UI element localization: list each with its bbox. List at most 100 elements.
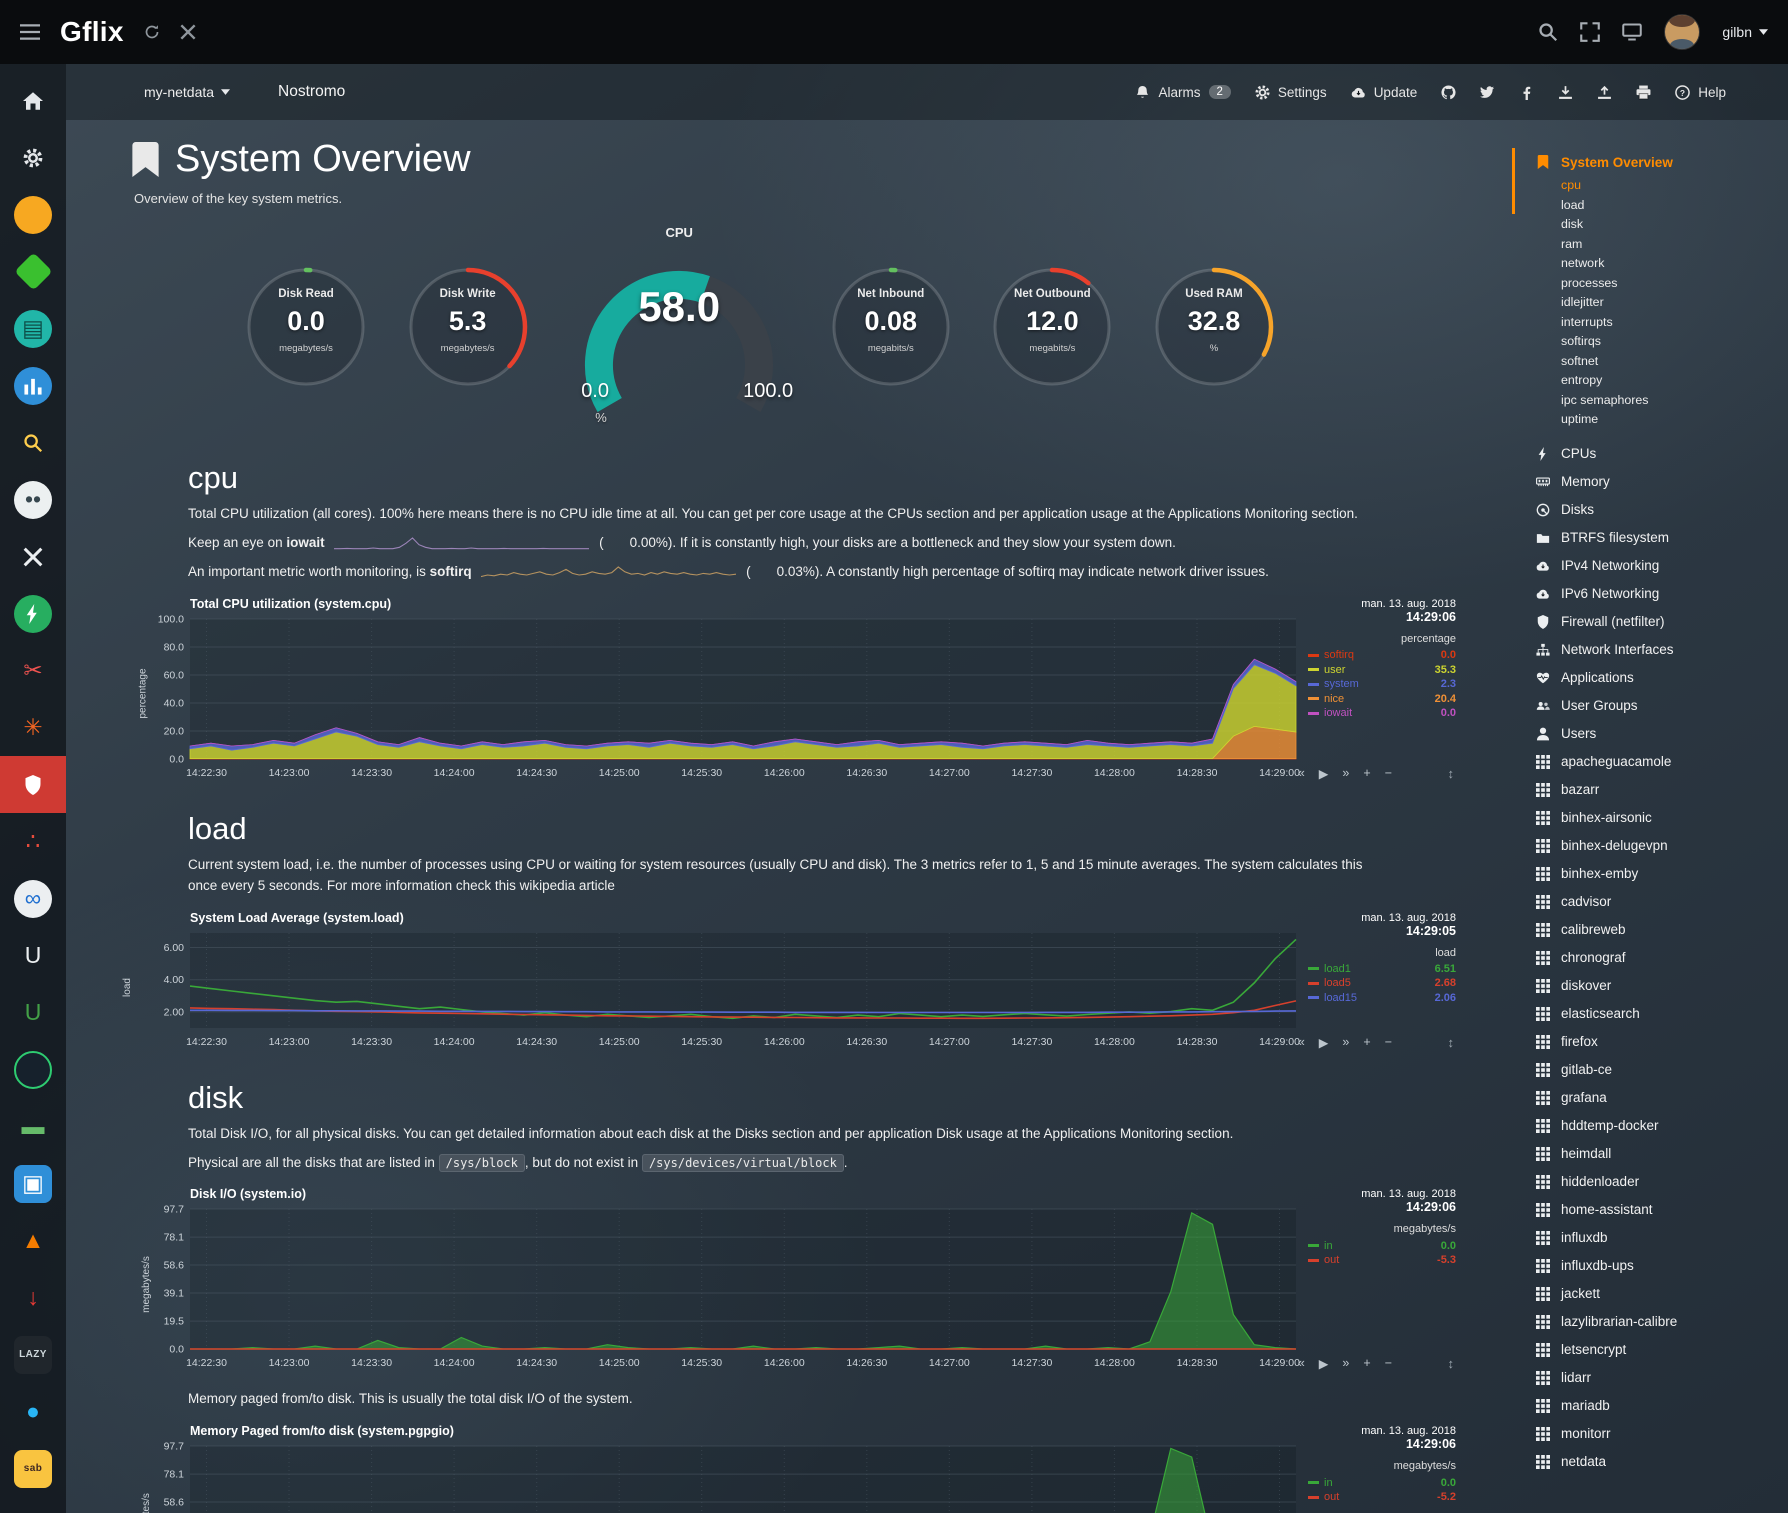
submenu-item-load[interactable]: load [1561,198,1774,218]
submenu-item-interrupts[interactable]: interrupts [1561,315,1774,335]
app-x-tab[interactable] [0,528,66,585]
app-green-bolt-tab[interactable] [0,585,66,642]
menu-item-ipv4-networking[interactable]: IPv4 Networking [1534,552,1774,580]
fullscreen-icon[interactable] [1580,22,1600,42]
app-white-dots-tab[interactable]: •• [0,471,66,528]
user-menu[interactable]: gilbn [1722,24,1768,40]
menu-item-chronograf[interactable]: chronograf [1534,944,1774,972]
organizr-tab[interactable] [0,186,66,243]
app-horseshoe-tab[interactable]: U [0,927,66,984]
cpu-chart-plot[interactable]: 100.080.060.040.020.00.014:22:3014:23:00… [140,613,1300,781]
disk-io-play-button[interactable]: ▶ [1319,1356,1329,1371]
cpu-zoom-in-button[interactable]: + [1363,766,1370,781]
app-photo-tab[interactable]: ▣ [0,1155,66,1212]
github-button[interactable] [1441,85,1456,100]
legend-item-iowait[interactable]: iowait0.0 [1308,706,1456,721]
pgpgio-chart-plot[interactable]: 97.778.158.639.119.50.014:22:3014:23:001… [140,1440,1300,1513]
app-blue-bars-tab[interactable] [0,357,66,414]
legend-item-out[interactable]: out-5.2 [1308,1490,1456,1505]
twitter-button[interactable] [1480,85,1495,100]
menu-item-applications[interactable]: Applications [1534,664,1774,692]
menu-item-memory[interactable]: Memory [1534,468,1774,496]
menu-item-network-interfaces[interactable]: Network Interfaces [1534,636,1774,664]
submenu-item-network[interactable]: network [1561,256,1774,276]
menu-item-cpus[interactable]: CPUs [1534,440,1774,468]
disk-io-chart-plot[interactable]: 97.778.158.639.119.50.014:22:3014:23:001… [140,1203,1300,1371]
submenu-item-uptime[interactable]: uptime [1561,412,1774,432]
menu-item-gitlab-ce[interactable]: gitlab-ce [1534,1056,1774,1084]
submenu-item-ipc-semaphores[interactable]: ipc semaphores [1561,393,1774,413]
app-green-ring-tab[interactable] [0,1041,66,1098]
app-green-diamond-tab[interactable] [0,243,66,300]
export-button[interactable] [1558,85,1573,100]
menu-item-apacheguacamole[interactable]: apacheguacamole [1534,748,1774,776]
disk-io-zoom-in-button[interactable]: + [1363,1356,1370,1371]
load-zoom-in-button[interactable]: + [1363,1035,1370,1050]
cpu-play-button[interactable]: ▶ [1319,766,1329,781]
app-infinity-tab[interactable]: ∞ [0,870,66,927]
menu-item-influxdb-ups[interactable]: influxdb-ups [1534,1252,1774,1280]
facebook-button[interactable] [1519,85,1534,100]
app-drop-tab[interactable]: ● [0,1383,66,1440]
search-app-tab[interactable] [0,414,66,471]
settings-tab[interactable] [0,129,66,186]
wikipedia-link[interactable]: this wikipedia article [495,878,615,893]
server-dropdown[interactable]: my-netdata [144,84,230,100]
lazylibrarian-tab[interactable]: LAZY [0,1326,66,1383]
legend-item-softirq[interactable]: softirq0.0 [1308,648,1456,663]
search-icon[interactable] [1538,22,1558,42]
menu-item-binhex-delugevpn[interactable]: binhex-delugevpn [1534,832,1774,860]
submenu-item-ram[interactable]: ram [1561,237,1774,257]
app-fox-tab[interactable]: ▲ [0,1212,66,1269]
alarms-button[interactable]: Alarms 2 [1135,85,1230,100]
settings-button[interactable]: Settings [1255,85,1327,100]
submenu-item-cpu[interactable]: cpu [1561,178,1774,198]
net-inbound-gauge[interactable]: Net Inbound0.08megabits/s [825,261,957,393]
hamburger-menu-icon[interactable] [20,22,40,42]
update-button[interactable]: Update [1351,85,1418,100]
load-play-button[interactable]: ▶ [1319,1035,1329,1050]
submenu-item-idlejitter[interactable]: idlejitter [1561,295,1774,315]
menu-item-home-assistant[interactable]: home-assistant [1534,1196,1774,1224]
import-button[interactable] [1597,85,1612,100]
menu-item-netdata[interactable]: netdata [1534,1448,1774,1476]
load-chart-plot[interactable]: 6.004.002.0014:22:3014:23:0014:23:3014:2… [140,927,1300,1050]
menu-item-cadvisor[interactable]: cadvisor [1534,888,1774,916]
menu-item-ipv6-networking[interactable]: IPv6 Networking [1534,580,1774,608]
menu-item-hddtemp-docker[interactable]: hddtemp-docker [1534,1112,1774,1140]
menu-item-elasticsearch[interactable]: elasticsearch [1534,1000,1774,1028]
app-red-dots-tab[interactable]: ∴ [0,813,66,870]
submenu-item-disk[interactable]: disk [1561,217,1774,237]
cpu-resize-handle[interactable]: ↕ [1448,766,1455,781]
menu-item-diskover[interactable]: diskover [1534,972,1774,1000]
used-ram-gauge[interactable]: Used RAM32.8% [1148,261,1280,393]
legend-item-nice[interactable]: nice20.4 [1308,691,1456,706]
submenu-item-softirqs[interactable]: softirqs [1561,334,1774,354]
net-outbound-gauge[interactable]: Net Outbound12.0megabits/s [986,261,1118,393]
submenu-item-softnet[interactable]: softnet [1561,354,1774,374]
load-zoom-out-button[interactable]: − [1385,1035,1392,1050]
menu-item-disks[interactable]: Disks [1534,496,1774,524]
menu-item-calibreweb[interactable]: calibreweb [1534,916,1774,944]
menu-item-jackett[interactable]: jackett [1534,1280,1774,1308]
menu-item-binhex-emby[interactable]: binhex-emby [1534,860,1774,888]
legend-item-load15[interactable]: load152.06 [1308,991,1456,1006]
cpu-pan-right-button[interactable]: » [1342,766,1349,781]
menu-item-firewall-netfilter[interactable]: Firewall (netfilter) [1534,608,1774,636]
cpu-pan-left-button[interactable]: « [1298,766,1305,781]
menu-item-heimdall[interactable]: heimdall [1534,1140,1774,1168]
tab-close-icon[interactable] [180,24,196,40]
menu-item-bazarr[interactable]: bazarr [1534,776,1774,804]
cpu-zoom-out-button[interactable]: − [1385,766,1392,781]
menu-item-monitorr[interactable]: monitorr [1534,1420,1774,1448]
menu-item-users[interactable]: Users [1534,720,1774,748]
disk-read-gauge[interactable]: Disk Read0.0megabytes/s [240,261,372,393]
menu-item-binhex-airsonic[interactable]: binhex-airsonic [1534,804,1774,832]
load-resize-handle[interactable]: ↕ [1448,1035,1455,1050]
legend-item-load5[interactable]: load52.68 [1308,976,1456,991]
legend-item-system[interactable]: system2.3 [1308,677,1456,692]
home-tab[interactable] [0,72,66,129]
menu-item-letsencrypt[interactable]: letsencrypt [1534,1336,1774,1364]
load-pan-right-button[interactable]: » [1342,1035,1349,1050]
submenu-item-entropy[interactable]: entropy [1561,373,1774,393]
